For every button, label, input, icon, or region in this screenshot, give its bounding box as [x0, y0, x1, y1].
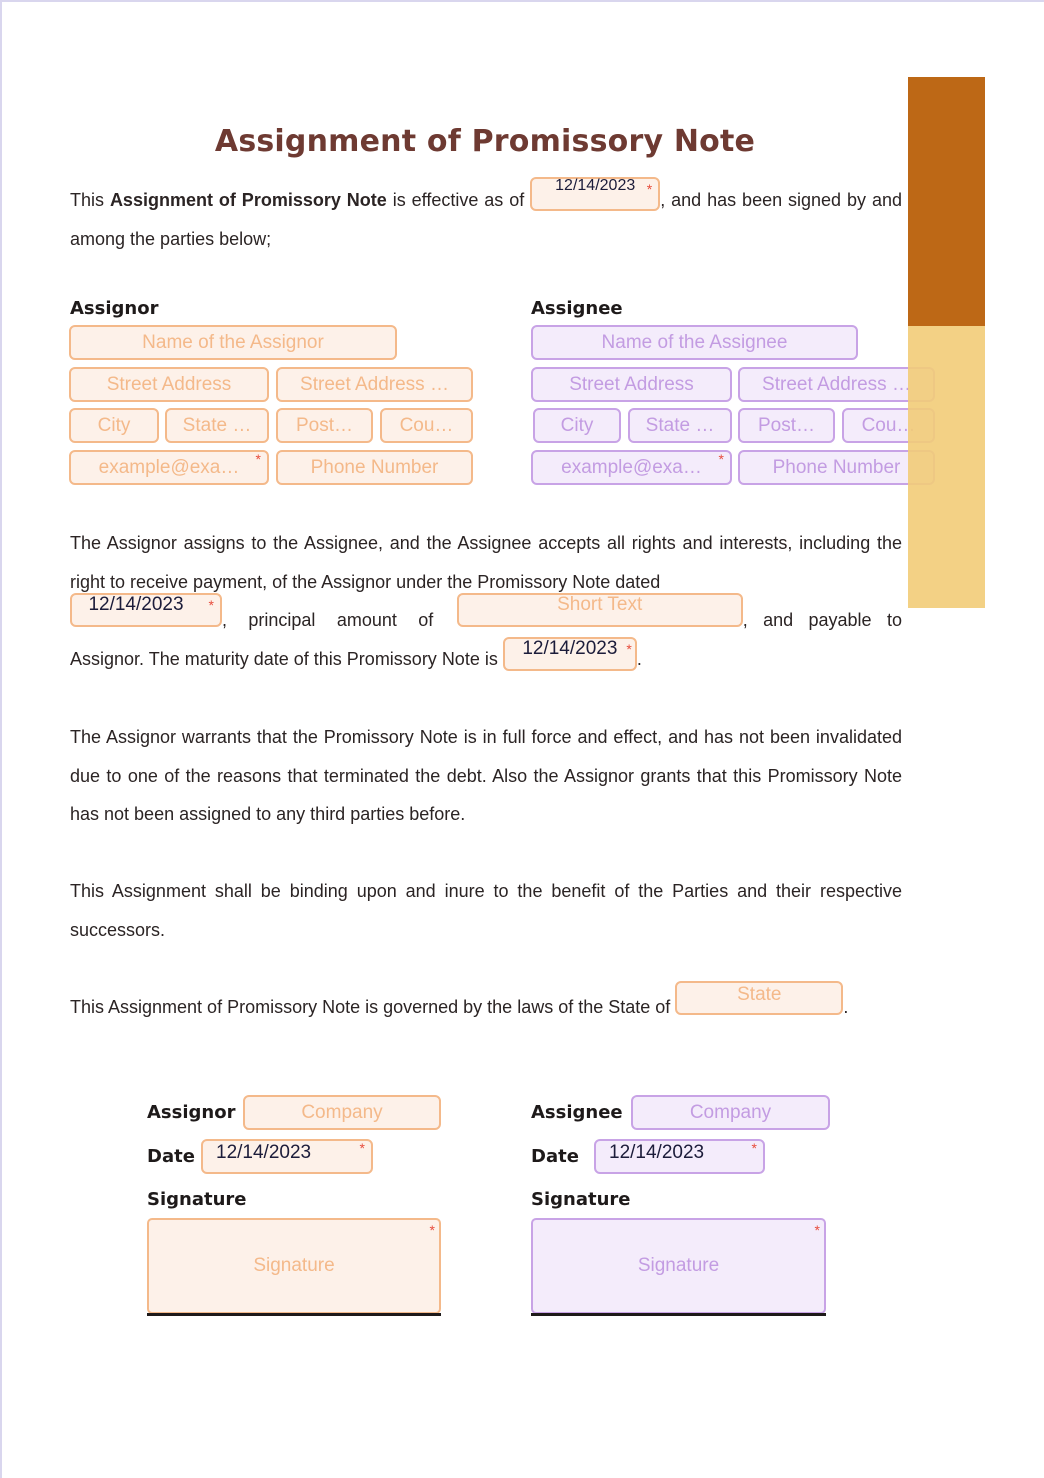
assignee-email-field[interactable]: example@exa… *: [531, 450, 732, 485]
decorative-bar-dark: [908, 77, 985, 326]
effective-date-field[interactable]: 12/14/2023 *: [530, 177, 661, 212]
note-date-value: 12/14/2023: [88, 594, 184, 616]
required-mark: *: [359, 1140, 365, 1156]
sig-assignee-signature-label: Signature: [531, 1189, 631, 1210]
sig-assignee-label: Assignee: [531, 1102, 623, 1123]
intro-bold: Assignment of Promissory Note: [109, 190, 387, 210]
assignor-street2-field[interactable]: Street Address …: [276, 367, 473, 402]
governing-law-clause: This Assignment of Promissory Note is go…: [70, 981, 902, 1027]
required-mark: *: [718, 451, 724, 467]
sig-assignor-date-label: Date: [147, 1146, 195, 1167]
principal-amount-placeholder: Short Text: [557, 594, 643, 616]
assignee-heading: Assignee: [531, 298, 623, 319]
assignee-phone-field[interactable]: Phone Number: [738, 450, 935, 485]
sig-assignee-date-field[interactable]: 12/14/2023 *: [594, 1139, 765, 1174]
assignee-street1-field[interactable]: Street Address: [531, 367, 732, 402]
intro-middle: is effective as of: [386, 190, 531, 210]
sig-assignee-date-value: 12/14/2023: [609, 1142, 705, 1163]
governing-state-field[interactable]: State: [675, 981, 844, 1016]
sig-assignor-line: [147, 1313, 441, 1316]
intro-paragraph: This Assignment of Promissory Note is ef…: [70, 177, 902, 258]
assignor-street1-field[interactable]: Street Address: [69, 367, 269, 402]
assignor-country-field[interactable]: Cou…: [380, 408, 473, 443]
sig-assignor-signature-box[interactable]: Signature *: [147, 1218, 441, 1314]
assignment-clause: The Assignor assigns to the Assignee, an…: [70, 524, 902, 678]
sig-assignor-date-value: 12/14/2023: [216, 1142, 312, 1163]
required-mark: *: [626, 640, 632, 657]
assignee-state-field[interactable]: State …: [628, 408, 732, 443]
sig-assignor-signature-placeholder: Signature: [253, 1255, 335, 1276]
required-mark: *: [646, 181, 653, 198]
note-date-field[interactable]: 12/14/2023 *: [70, 593, 222, 628]
assignor-city-field[interactable]: City: [69, 408, 159, 443]
binding-clause: This Assignment shall be binding upon an…: [70, 881, 902, 940]
assignee-postal-field[interactable]: Post…: [738, 408, 835, 443]
intro-prefix: This: [70, 190, 110, 210]
sig-assignee-line: [531, 1313, 826, 1316]
assignor-phone-field[interactable]: Phone Number: [276, 450, 473, 485]
warranty-clause: The Assignor warrants that the Promissor…: [70, 727, 902, 824]
clause1-text-d: .: [636, 648, 642, 669]
maturity-date-value: 12/14/2023: [522, 637, 618, 659]
assignor-email-placeholder: example@exa…: [98, 456, 240, 478]
governing-state-placeholder: State: [737, 984, 782, 1006]
required-mark: *: [814, 1222, 820, 1238]
clause1-text-b: , principal amount of: [222, 610, 434, 630]
maturity-date-field[interactable]: 12/14/2023 *: [502, 636, 637, 671]
sig-assignee-signature-placeholder: Signature: [637, 1255, 720, 1276]
sig-assignor-company-field[interactable]: Company: [243, 1095, 441, 1130]
assignee-street2-field[interactable]: Street Address …: [738, 367, 935, 402]
principal-amount-field[interactable]: Short Text: [456, 593, 743, 628]
assignee-name-field[interactable]: Name of the Assignee: [531, 325, 858, 360]
clause4-text: This Assignment of Promissory Note is go…: [70, 997, 671, 1017]
required-mark: *: [208, 597, 214, 614]
sig-assignor-label: Assignor: [147, 1102, 236, 1123]
assignor-state-field[interactable]: State …: [165, 408, 269, 443]
sig-assignor-signature-label: Signature: [147, 1189, 247, 1210]
required-mark: *: [751, 1140, 757, 1156]
assignee-email-placeholder: example@exa…: [561, 456, 702, 478]
clause1-text-a: The Assignor assigns to the Assignee, an…: [70, 533, 902, 592]
sig-assignor-date-field[interactable]: 12/14/2023 *: [201, 1139, 373, 1174]
assignor-email-field[interactable]: example@exa… *: [69, 450, 269, 485]
effective-date-value: 12/14/2023: [555, 177, 636, 195]
sig-assignee-date-label: Date: [531, 1146, 579, 1167]
document-title: Assignment of Promissory Note: [214, 124, 756, 159]
assignor-postal-field[interactable]: Post…: [276, 408, 373, 443]
assignee-city-field[interactable]: City: [533, 408, 621, 443]
required-mark: *: [255, 451, 261, 467]
required-mark: *: [429, 1222, 435, 1238]
sig-assignee-signature-box[interactable]: Signature *: [531, 1218, 826, 1314]
decorative-bar-light: [908, 326, 985, 608]
clause4-end: .: [843, 997, 849, 1017]
sig-assignee-company-field[interactable]: Company: [631, 1095, 830, 1130]
assignor-name-field[interactable]: Name of the Assignor: [69, 325, 397, 360]
assignor-heading: Assignor: [70, 298, 159, 319]
